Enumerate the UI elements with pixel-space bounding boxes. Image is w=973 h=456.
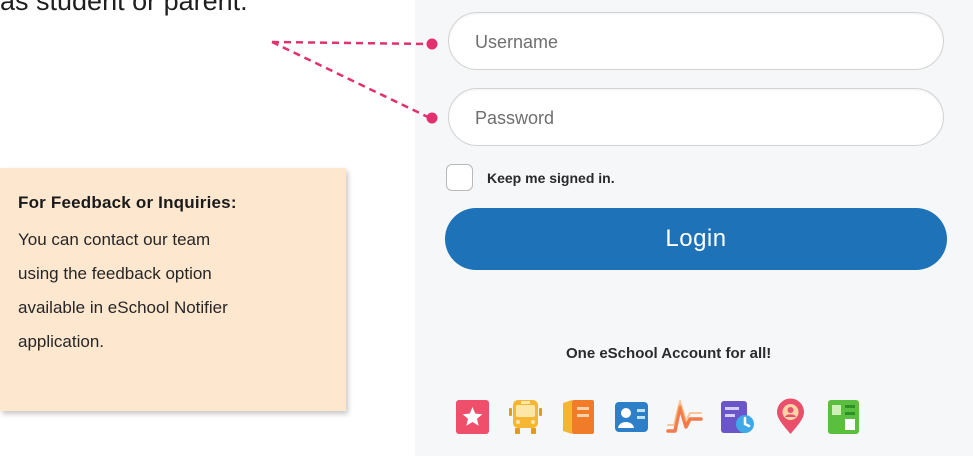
- tagline: One eSchool Account for all!: [566, 345, 772, 362]
- report-book-icon: [828, 400, 859, 434]
- feedback-line: using the feedback option: [18, 264, 212, 283]
- feedback-line: available in eSchool Notifier: [18, 298, 228, 317]
- feedback-callout: For Feedback or Inquiries: You can conta…: [0, 168, 346, 411]
- health-wave-icon: [666, 400, 703, 433]
- feedback-title: For Feedback or Inquiries:: [18, 193, 237, 212]
- login-button[interactable]: Login: [445, 208, 947, 270]
- password-input[interactable]: [473, 89, 917, 147]
- star-bookmark-icon: [456, 400, 489, 434]
- username-input[interactable]: [473, 13, 917, 71]
- keep-signed-in-checkbox[interactable]: [446, 164, 473, 191]
- username-field[interactable]: [448, 12, 944, 71]
- school-bus-icon: [509, 400, 542, 434]
- feedback-body: You can contact our team using the feedb…: [18, 223, 346, 359]
- password-field[interactable]: [448, 88, 944, 147]
- feedback-line: You can contact our team: [18, 230, 211, 249]
- keep-signed-in[interactable]: Keep me signed in.: [446, 164, 615, 191]
- schedule-clock-icon: [721, 401, 754, 433]
- keep-signed-in-label: Keep me signed in.: [487, 169, 615, 186]
- location-pin-icon: [777, 398, 804, 434]
- app-icons-row: [454, 397, 862, 437]
- feedback-line: application.: [18, 332, 105, 351]
- profile-card-icon: [615, 402, 648, 432]
- notebook-icon: [563, 400, 594, 434]
